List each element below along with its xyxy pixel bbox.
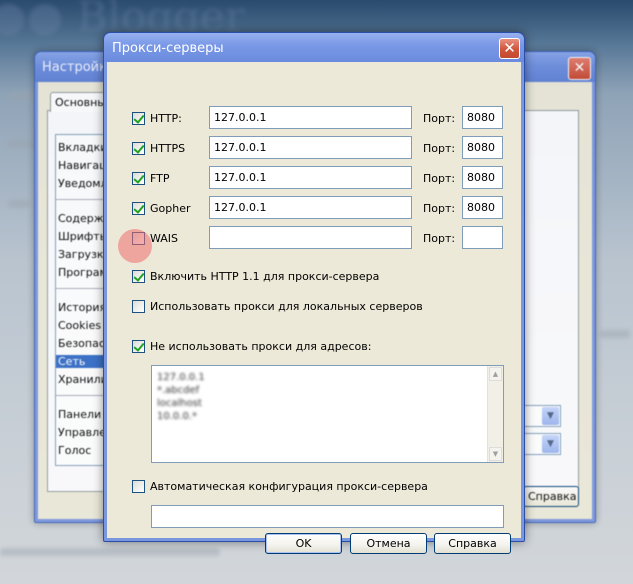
port-label: Порт: [423, 202, 456, 215]
bypass-list-text: 127.0.0.1 *.abcdef localhost 10.0.0.* [157, 371, 205, 423]
proxy-host-input[interactable] [209, 106, 412, 129]
background-text-line [0, 548, 220, 556]
proxy-host-input[interactable] [209, 226, 412, 249]
bypass-entry: *.abcdef [157, 385, 200, 396]
proxy-protocol-label: HTTPS [150, 142, 186, 155]
proxy-protocol-label: FTP [150, 172, 170, 185]
port-label: Порт: [423, 232, 456, 245]
auto-config-checkbox[interactable] [132, 480, 145, 493]
background-text-line [600, 330, 630, 338]
close-icon[interactable]: ✕ [568, 57, 591, 80]
click-highlight [118, 229, 152, 263]
proxy-checkbox-3[interactable] [132, 202, 145, 215]
proxy-dialog-titlebar: Прокси-серверы ✕ [104, 33, 524, 62]
settings-help-button[interactable]: Справка [523, 486, 579, 507]
bypass-proxy-label: Не использовать прокси для адресов: [150, 340, 372, 353]
port-label: Порт: [423, 142, 456, 155]
category-item[interactable]: Шрифты [58, 230, 108, 243]
proxy-host-input[interactable] [209, 136, 412, 159]
local-proxy-label: Использовать прокси для локальных сервер… [150, 300, 423, 313]
bypass-entry: localhost [157, 398, 202, 409]
scroll-down-icon[interactable]: ▼ [489, 447, 502, 461]
port-label: Порт: [423, 172, 456, 185]
bypass-entry: 127.0.0.1 [157, 372, 205, 383]
proxy-port-input[interactable] [462, 196, 503, 219]
category-item[interactable]: История [58, 301, 106, 314]
close-icon[interactable]: ✕ [499, 38, 520, 59]
proxy-port-input[interactable] [462, 136, 503, 159]
proxy-host-input[interactable] [209, 196, 412, 219]
scroll-up-icon[interactable]: ▲ [489, 367, 502, 381]
proxy-checkbox-2[interactable] [132, 172, 145, 185]
category-item[interactable]: Cookies [58, 319, 101, 332]
cancel-button[interactable]: Отмена [350, 533, 427, 554]
chevron-down-icon[interactable]: ▼ [542, 407, 559, 425]
auto-config-url-input[interactable] [151, 505, 504, 528]
http11-checkbox[interactable] [132, 270, 145, 283]
chevron-down-icon[interactable]: ▼ [542, 435, 559, 453]
proxy-dialog-client: HTTP: Порт: HTTPS Порт: FTP Порт: Gopher… [107, 62, 521, 554]
scrollbar[interactable]: ▲ ▼ [487, 366, 503, 462]
proxy-dialog-title: Прокси-серверы [112, 41, 224, 56]
help-button[interactable]: Справка [434, 533, 511, 554]
tab-general[interactable]: Основные [50, 92, 110, 112]
proxy-port-input[interactable] [462, 106, 503, 129]
proxy-protocol-label: HTTP: [150, 112, 182, 125]
bypass-entry: 10.0.0.* [157, 411, 197, 422]
category-item[interactable]: Панели [58, 408, 101, 421]
proxy-port-input[interactable] [462, 226, 503, 249]
auto-config-label: Автоматическая конфигурация прокси-серве… [150, 480, 428, 493]
proxy-checkbox-1[interactable] [132, 142, 145, 155]
proxy-protocol-label: WAIS [150, 232, 179, 245]
proxy-host-input[interactable] [209, 166, 412, 189]
bypass-list-textarea[interactable]: 127.0.0.1 *.abcdef localhost 10.0.0.* ▲ ▼ [151, 365, 504, 463]
bypass-proxy-checkbox[interactable] [132, 340, 145, 353]
category-item[interactable]: Вкладки [58, 141, 107, 154]
ok-button[interactable]: OK [265, 533, 342, 554]
category-item[interactable]: Голос [58, 444, 91, 457]
http11-label: Включить HTTP 1.1 для прокси-сервера [150, 270, 380, 283]
proxy-checkbox-0[interactable] [132, 112, 145, 125]
proxy-protocol-label: Gopher [150, 202, 191, 215]
local-proxy-checkbox[interactable] [132, 300, 145, 313]
background-text-line [8, 200, 30, 208]
proxy-dialog: Прокси-серверы ✕ HTTP: Порт: HTTPS Порт:… [103, 32, 525, 554]
port-label: Порт: [423, 112, 456, 125]
proxy-port-input[interactable] [462, 166, 503, 189]
